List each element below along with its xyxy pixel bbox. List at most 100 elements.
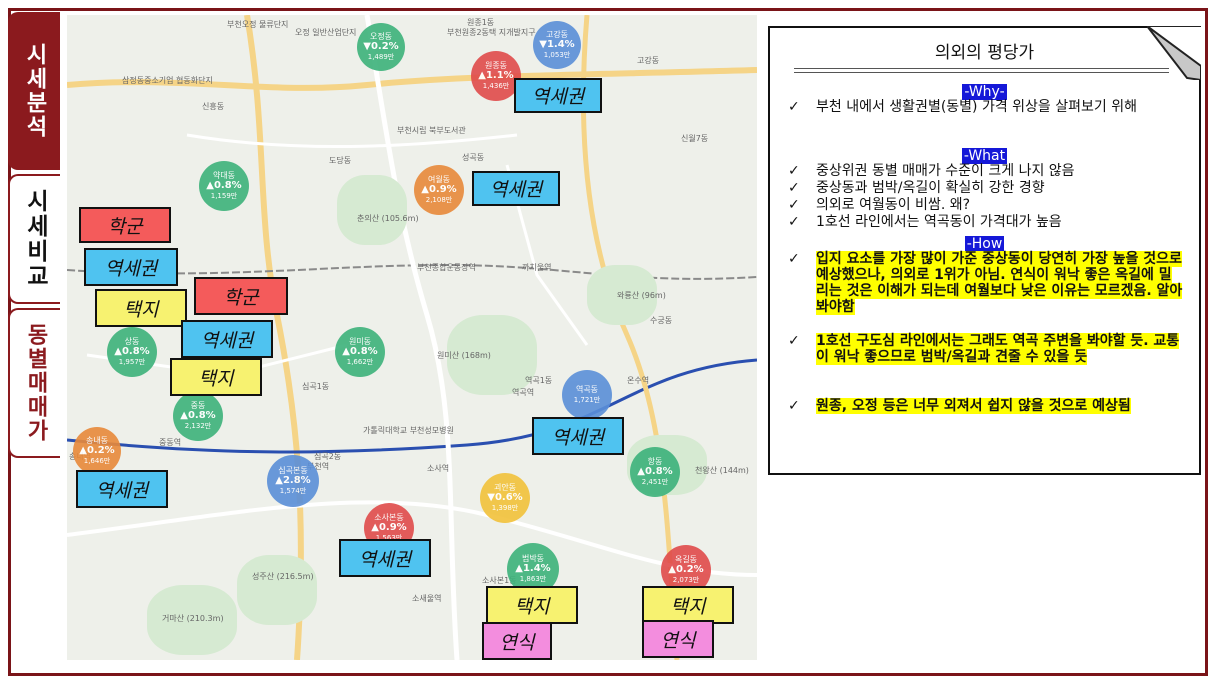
map-label: 가톨릭대학교 부천성모병원 <box>363 426 454 435</box>
pin-dong: 역곡동 <box>575 385 599 394</box>
pin-change: ▲2.8% <box>275 475 311 486</box>
price-pin-sang[interactable]: 상동 ▲0.8% 1,957만 <box>107 327 157 377</box>
map-label: 소사역 <box>427 464 450 473</box>
pin-change: ▲0.8% <box>180 410 216 421</box>
item-text: 원종, 오정 등은 너무 외져서 쉽지 않을 것으로 예상됨 <box>816 398 1131 414</box>
what-item: ✓ 중상동과 범박/옥길이 확실히 강한 경향 <box>788 180 1184 196</box>
pin-change: ▲0.8% <box>342 346 378 357</box>
map-label: 원미산 (168m) <box>437 351 491 360</box>
tag-station-area: 역세권 <box>532 417 624 455</box>
why-item: ✓ 부천 내에서 생활권별(동별) 가격 위상을 살펴보기 위해 <box>788 99 1184 115</box>
check-icon: ✓ <box>788 251 800 267</box>
analysis-note-panel: 의외의 평당가 -Why- ✓ 부천 내에서 생활권별(동별) 가격 위상을 살… <box>768 26 1201 475</box>
map-label: 천왕산 (144m) <box>695 466 749 475</box>
tab-price-compare[interactable]: 시세비교 <box>8 174 60 304</box>
map-label: 까치울역 <box>522 263 552 272</box>
section-label: -Why- <box>962 84 1007 100</box>
section-label: -How <box>964 236 1005 252</box>
pin-change: ▲0.2% <box>668 564 704 575</box>
price-pin-songnae[interactable]: 송내동 ▲0.2% 1,646만 <box>73 427 121 475</box>
tag-station-area: 역세권 <box>514 78 602 113</box>
check-icon: ✓ <box>788 214 800 230</box>
item-text: 의외로 여월동이 비쌈. 왜? <box>816 197 971 213</box>
map-label: 소새울역 <box>412 594 442 603</box>
park-area <box>337 175 407 245</box>
tag-station-area: 역세권 <box>181 320 273 358</box>
pin-change: ▲0.8% <box>637 466 673 477</box>
tab-dong-price[interactable]: 동별매매가 <box>8 308 60 458</box>
pin-price: 1,436만 <box>482 82 510 90</box>
pin-price: 1,159만 <box>210 192 238 200</box>
map-label: 오정 일반산업단지 <box>295 28 357 37</box>
what-item: ✓ 1호선 라인에서는 역곡동이 가격대가 높음 <box>788 214 1184 230</box>
how-item: ✓ 입지 요소를 가장 많이 가준 중상동이 당연히 가장 높을 것으로 예상했… <box>788 251 1184 315</box>
map-label: 역곡역 <box>512 388 535 397</box>
tag-school-district: 학군 <box>79 207 171 243</box>
pin-price: 2,073만 <box>672 576 700 584</box>
map-label: 와룡산 (96m) <box>617 291 666 300</box>
pin-price: 2,108만 <box>425 196 453 204</box>
panel-title: 의외의 평당가 <box>934 43 1035 63</box>
tab-label: 동별매매가 <box>23 323 48 443</box>
pin-price: 2,451만 <box>641 478 669 486</box>
pin-change: ▲0.8% <box>206 180 242 191</box>
tag-housing-site: 택지 <box>95 289 187 327</box>
pin-change: ▼0.2% <box>363 41 399 52</box>
title-divider <box>794 68 1169 69</box>
price-pin-wonmi[interactable]: 원미동 ▲0.8% 1,662만 <box>335 327 385 377</box>
map-label: 고강동 <box>637 56 660 65</box>
pin-price: 1,053만 <box>543 51 571 59</box>
map-label: 신흥동 <box>202 102 225 111</box>
tag-building-age: 연식 <box>642 620 714 658</box>
pin-change: ▲0.9% <box>421 184 457 195</box>
map-label: 성곡동 <box>462 153 485 162</box>
what-item: ✓ 중상위권 동별 매매가 수준이 크게 나지 않음 <box>788 163 1184 179</box>
price-pin-goean[interactable]: 괴안동 ▼0.6% 1,398만 <box>480 473 530 523</box>
what-item: ✓ 의외로 여월동이 비쌈. 왜? <box>788 197 1184 213</box>
price-pin-yakdae[interactable]: 약대동 ▲0.8% 1,159만 <box>199 161 249 211</box>
tag-station-area: 역세권 <box>472 171 560 206</box>
map-label: 삼정동중소기업 협동화단지 <box>122 76 213 85</box>
tab-label: 시세비교 <box>22 189 48 289</box>
pin-change: ▼1.4% <box>539 39 575 50</box>
tag-station-area: 역세권 <box>76 470 168 508</box>
price-pin-simgokbon[interactable]: 심곡본동 ▲2.8% 1,574만 <box>267 455 319 507</box>
tab-price-analysis[interactable]: 시세분석 <box>8 12 60 170</box>
pin-price: 1,721만 <box>573 396 601 404</box>
pin-change: ▲1.4% <box>515 563 551 574</box>
pin-price: 1,662만 <box>346 358 374 366</box>
price-pin-gogang[interactable]: 고강동 ▼1.4% 1,053만 <box>533 21 581 69</box>
check-icon: ✓ <box>788 163 800 179</box>
tag-housing-site: 택지 <box>486 586 578 624</box>
tag-housing-site: 택지 <box>170 358 262 396</box>
pin-price: 1,398만 <box>491 504 519 512</box>
map-label: 심곡1동 <box>302 382 330 391</box>
section-label: -What <box>961 148 1008 164</box>
item-text: 중상위권 동별 매매가 수준이 크게 나지 않음 <box>816 163 1075 179</box>
price-pin-yeowol[interactable]: 여월동 ▲0.9% 2,108만 <box>414 165 464 215</box>
tag-building-age: 연식 <box>482 622 552 660</box>
pin-price: 1,574만 <box>279 487 307 495</box>
map-label: 부천원종2동택 지개발지구 <box>447 28 536 37</box>
tag-station-area: 역세권 <box>339 539 431 577</box>
price-pin-ojeong[interactable]: 오정동 ▼0.2% 1,489만 <box>357 23 405 71</box>
map-label: 춘의산 (105.6m) <box>357 214 419 223</box>
pin-change: ▲0.2% <box>79 445 115 456</box>
map-label: 부천시립 북부도서관 <box>397 126 466 135</box>
price-pin-yeokgok[interactable]: 역곡동 1,721만 <box>562 370 612 420</box>
map-label: 부천오정 물류단지 <box>227 20 289 29</box>
tag-housing-site: 택지 <box>642 586 734 624</box>
map-view[interactable]: 부천오정 물류단지 오정 일반산업단지 삼정동중소기업 협동화단지 원종1동 부… <box>67 15 757 660</box>
map-label: 중동역 <box>159 438 182 447</box>
price-pin-hang[interactable]: 항동 ▲0.8% 2,451만 <box>630 447 680 497</box>
section-what: -What <box>770 145 1199 164</box>
map-label: 수궁동 <box>650 316 673 325</box>
pin-price: 1,863만 <box>519 575 547 583</box>
pin-change: ▼0.6% <box>487 492 523 503</box>
price-pin-jung[interactable]: 중동 ▲0.8% 2,132만 <box>173 391 223 441</box>
pin-change: ▲0.9% <box>371 522 407 533</box>
check-icon: ✓ <box>788 398 800 414</box>
map-label: 성주산 (216.5m) <box>252 572 314 581</box>
map-label: 신월7동 <box>681 134 709 143</box>
tag-station-area: 역세권 <box>84 248 178 286</box>
